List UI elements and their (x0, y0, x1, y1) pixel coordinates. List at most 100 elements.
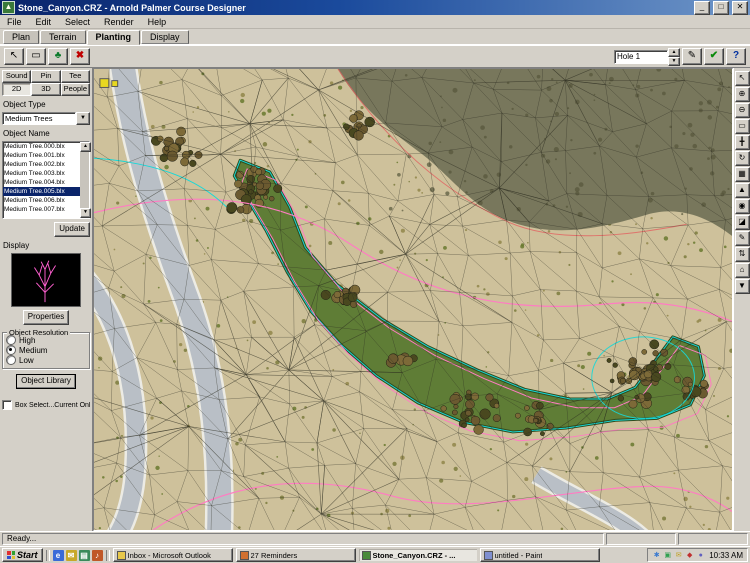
object-name-label: Object Name (3, 129, 90, 138)
update-button[interactable]: Update (54, 222, 90, 237)
panel-tab-3d[interactable]: 3D (31, 83, 60, 96)
hole-selector-value[interactable]: Hole 1 (614, 50, 668, 64)
task-outlook[interactable]: Inbox - Microsoft Outlook (113, 548, 233, 562)
tab-planting[interactable]: Planting (87, 30, 141, 45)
scroll-down-icon[interactable]: ▼ (80, 208, 91, 218)
outlook-icon[interactable]: ✉ (66, 550, 77, 561)
list-item[interactable]: Medium Tree.002.blx (3, 160, 80, 169)
home-tool[interactable]: ⌂ (735, 263, 750, 278)
show-desktop-icon[interactable]: ▤ (79, 550, 90, 561)
menu-file[interactable]: File (0, 17, 29, 27)
measure-tool[interactable]: ⇅ (735, 247, 750, 262)
close-icon[interactable]: ✕ (732, 1, 748, 15)
main-area: Sound Pin Tee 2D 3D People Object Type M… (0, 68, 750, 531)
scroll-up-icon[interactable]: ▲ (80, 142, 91, 152)
task-paint[interactable]: untitled - Paint (480, 548, 600, 562)
edit-button-icon[interactable]: ✎ (682, 48, 702, 65)
list-item[interactable]: Medium Tree.003.blx (3, 169, 80, 178)
menu-edit[interactable]: Edit (29, 17, 59, 27)
grid-tool[interactable]: ▦ (735, 167, 750, 182)
tab-display[interactable]: Display (141, 30, 189, 44)
maximize-icon[interactable]: □ (713, 1, 729, 15)
tray-icon[interactable]: ✱ (652, 551, 661, 560)
select-tool[interactable]: ↖ (735, 71, 750, 86)
hole-spin-down-icon[interactable]: ▼ (668, 57, 680, 66)
resolution-option-low[interactable]: Low (6, 355, 86, 365)
box-select-option[interactable]: Box Select...Current Only (2, 400, 90, 410)
menu-select[interactable]: Select (58, 17, 97, 27)
panel-tab-people[interactable]: People (61, 83, 90, 96)
pan-tool[interactable]: ╋ (735, 135, 750, 150)
menu-help[interactable]: Help (141, 17, 174, 27)
flag-tool[interactable]: ▼ (735, 279, 750, 294)
list-item[interactable]: Medium Tree.001.blx (3, 151, 80, 160)
select-tool-icon[interactable]: ↖ (4, 48, 24, 65)
camera-tool[interactable]: ◉ (735, 199, 750, 214)
tab-plan[interactable]: Plan (3, 30, 39, 44)
edit-tool[interactable]: ✎ (735, 231, 750, 246)
marquee-tool-icon[interactable]: ▭ (26, 48, 46, 65)
task-course-designer[interactable]: Stone_Canyon.CRZ - ... (359, 549, 477, 561)
media-player-icon[interactable]: ♪ (92, 550, 103, 561)
taskbar-divider (106, 550, 110, 561)
panel-tab-tee[interactable]: Tee (61, 70, 90, 83)
internet-explorer-icon[interactable]: e (53, 550, 64, 561)
list-item[interactable]: Medium Tree.005.blx (3, 187, 80, 196)
task-label: Stone_Canyon.CRZ - ... (373, 551, 456, 560)
layers-tool[interactable]: ◪ (735, 215, 750, 230)
resolution-option-medium[interactable]: Medium (6, 345, 86, 355)
taskbar: Start e ✉ ▤ ♪ Inbox - Microsoft Outlook … (0, 546, 750, 563)
task-icon (240, 551, 249, 560)
delete-tool-icon[interactable]: ✖ (70, 48, 90, 65)
title-bar[interactable]: ▲ Stone_Canyon.CRZ - Arnold Palmer Cours… (0, 0, 750, 15)
zoom-window-tool[interactable]: ▭ (735, 119, 750, 134)
tray-icon[interactable]: ▣ (663, 551, 672, 560)
radio-low-label: Low (19, 356, 34, 365)
list-item[interactable]: Medium Tree.007.blx (3, 205, 80, 214)
object-type-dropdown[interactable]: Medium Trees ▼ (2, 112, 90, 125)
app-icon: ▲ (2, 1, 15, 14)
help-button-icon[interactable]: ? (726, 48, 746, 65)
rotate-tool[interactable]: ↻ (735, 151, 750, 166)
box-select-checkbox[interactable] (2, 400, 12, 410)
start-button[interactable]: Start (2, 548, 43, 562)
object-preview (11, 253, 81, 307)
radio-medium-label: Medium (19, 346, 47, 355)
tab-terrain[interactable]: Terrain (40, 30, 86, 44)
chevron-down-icon[interactable]: ▼ (76, 112, 90, 125)
zoom-out-tool[interactable]: ⊖ (735, 103, 750, 118)
status-bar: Ready... (0, 531, 750, 546)
panel-tab-pin[interactable]: Pin (31, 70, 60, 83)
main-toolbar: ↖ ▭ ♣ ✖ Hole 1 ▲ ▼ ✎ ✔ ? (0, 45, 750, 68)
hole-spin-up-icon[interactable]: ▲ (668, 48, 680, 57)
list-item[interactable]: Medium Tree.004.blx (3, 178, 80, 187)
menu-bar: File Edit Select Render Help (0, 15, 750, 29)
course-map-canvas[interactable] (93, 68, 733, 531)
windows-flag-icon (7, 551, 15, 559)
minimize-icon[interactable]: _ (694, 1, 710, 15)
tray-icon[interactable]: ◆ (685, 551, 694, 560)
list-item[interactable]: Medium Tree.006.blx (3, 196, 80, 205)
quick-launch: e ✉ ▤ ♪ (53, 550, 103, 561)
object-library-button[interactable]: Object Library (16, 374, 76, 389)
object-name-list[interactable]: Medium Tree.000.blx Medium Tree.001.blx … (2, 141, 90, 219)
properties-button[interactable]: Properties (23, 310, 69, 325)
task-label: untitled - Paint (495, 551, 543, 560)
zoom-in-tool[interactable]: ⊕ (735, 87, 750, 102)
plant-tool-icon[interactable]: ♣ (48, 48, 68, 65)
panel-tab-grid: Sound Pin Tee 2D 3D People (2, 70, 90, 96)
list-scrollbar[interactable]: ▲ ▼ (80, 142, 89, 218)
radio-medium[interactable] (6, 345, 16, 355)
tray-icon[interactable]: ● (696, 551, 705, 560)
task-reminders[interactable]: 27 Reminders (236, 548, 356, 562)
apply-check-icon[interactable]: ✔ (704, 48, 724, 65)
panel-tab-2d[interactable]: 2D (2, 83, 31, 96)
radio-low[interactable] (6, 355, 16, 365)
menu-render[interactable]: Render (97, 17, 141, 27)
list-item[interactable]: Medium Tree.000.blx (3, 142, 80, 151)
hole-selector[interactable]: Hole 1 ▲ ▼ (614, 50, 680, 64)
tray-icon[interactable]: ✉ (674, 551, 683, 560)
terrain-tool[interactable]: ▲ (735, 183, 750, 198)
radio-high[interactable] (6, 335, 16, 345)
panel-tab-sound[interactable]: Sound (2, 70, 31, 83)
